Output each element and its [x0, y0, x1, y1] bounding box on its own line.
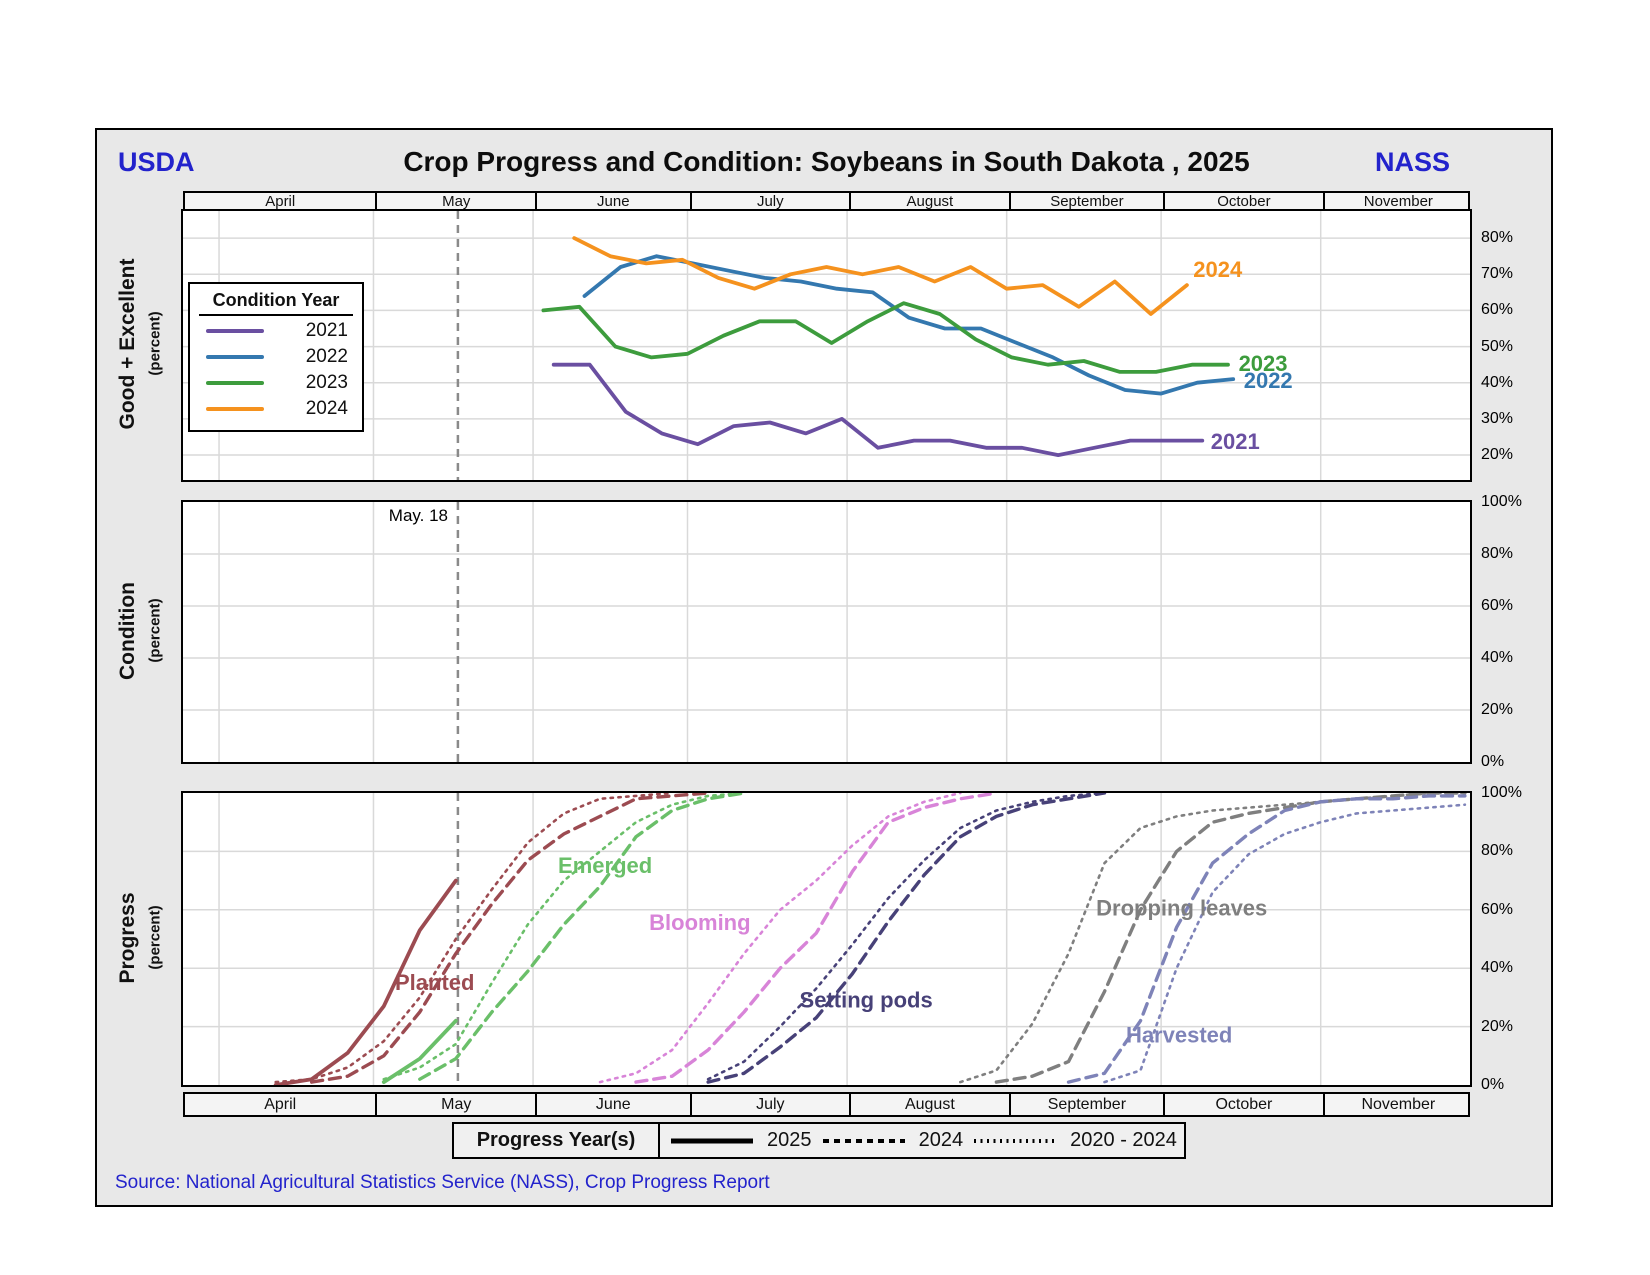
month-label-september: September [1009, 1094, 1163, 1115]
legend-divider [199, 314, 353, 316]
month-label-june: June [535, 193, 689, 210]
progress-legend-year-label: 2025 [767, 1129, 812, 1152]
month-label-may: May [375, 1094, 535, 1115]
stage-label: Harvested [1126, 1022, 1232, 1047]
source-citation: Source: National Agricultural Statistics… [115, 1172, 770, 1194]
y-tick-label: 40% [1481, 374, 1513, 392]
progress-legend-items: 2025 2024 2020 - 2024 [660, 1124, 1184, 1157]
y-tick-label: 0% [1481, 1076, 1504, 1094]
y-tick-label: 40% [1481, 959, 1513, 977]
month-label-july: July [690, 193, 850, 210]
condition-line-label-2023: 2023 [1239, 351, 1288, 376]
legend-year-label: 2023 [264, 372, 348, 394]
bottom-axis-subtitle: (percent) [147, 788, 164, 1088]
y-tick-label: 50% [1481, 338, 1513, 356]
y-tick-label: 80% [1481, 545, 1513, 563]
page-title: Crop Progress and Condition: Soybeans in… [183, 146, 1470, 178]
dashed-line-sample [819, 1135, 909, 1147]
progress-blooming-dotted-line [600, 793, 960, 1082]
y-tick-label: 100% [1481, 784, 1522, 802]
condition-chart [181, 500, 1472, 764]
progress-legend-item: 2025 [667, 1129, 812, 1152]
month-label-october: October [1163, 1094, 1323, 1115]
reference-date-label: May. 18 [330, 506, 448, 526]
condition-line-2021 [554, 365, 1203, 455]
month-label-august: August [849, 193, 1009, 210]
condition-legend-rows: 2021 2022 2023 2024 [190, 318, 362, 422]
y-tick-label: 0% [1481, 753, 1504, 771]
legend-line-sample [206, 355, 264, 359]
progress-legend-item: 2024 [819, 1129, 964, 1152]
y-tick-label: 30% [1481, 410, 1513, 428]
condition-legend-title: Condition Year [190, 284, 362, 311]
progress-blooming-dashed-line [636, 793, 996, 1082]
month-label-september: September [1009, 193, 1163, 210]
condition-legend-item-2021: 2021 [190, 318, 362, 344]
condition-legend-item-2024: 2024 [190, 396, 362, 422]
progress-legend-item: 2020 - 2024 [970, 1129, 1177, 1152]
progress-setting-pods-dotted-line [708, 793, 1104, 1079]
progress-legend-year-label: 2024 [919, 1129, 964, 1152]
stage-label: Setting pods [800, 987, 933, 1012]
y-tick-label: 80% [1481, 229, 1513, 247]
progress-planted-dotted-line [276, 793, 672, 1082]
legend-year-label: 2021 [264, 320, 348, 342]
stage-label: Dropping leaves [1096, 895, 1267, 920]
condition-year-legend: Condition Year 2021 2022 2023 2024 [188, 282, 364, 432]
y-tick-label: 40% [1481, 649, 1513, 667]
stage-label: Blooming [649, 910, 750, 935]
month-label-june: June [535, 1094, 689, 1115]
month-label-april: April [185, 193, 375, 210]
crop-progress-report: USDA Crop Progress and Condition: Soybea… [0, 0, 1650, 1275]
legend-line-sample [206, 381, 264, 385]
bottom-month-axis: AprilMayJuneJulyAugustSeptemberOctoberNo… [183, 1092, 1470, 1117]
y-tick-label: 20% [1481, 446, 1513, 464]
month-label-november: November [1323, 1094, 1472, 1115]
y-tick-label: 70% [1481, 265, 1513, 283]
condition-line-label-2024: 2024 [1193, 257, 1243, 282]
middle-axis-title: Condition [116, 481, 140, 781]
top-axis-title: Good + Excellent [116, 194, 140, 494]
y-tick-label: 20% [1481, 701, 1513, 719]
stage-label: Planted [395, 970, 474, 995]
y-tick-label: 20% [1481, 1018, 1513, 1036]
solid-line-sample [667, 1135, 757, 1147]
progress-planted-dashed-line [312, 793, 708, 1082]
dotted-line-sample [970, 1135, 1060, 1147]
y-tick-label: 100% [1481, 493, 1522, 511]
bottom-axis-title: Progress [116, 788, 140, 1088]
legend-line-sample [206, 407, 264, 411]
y-tick-label: 60% [1481, 901, 1513, 919]
nass-logo-text: NASS [1325, 147, 1450, 178]
legend-line-sample [206, 329, 264, 333]
month-label-november: November [1323, 193, 1472, 210]
y-tick-label: 80% [1481, 842, 1513, 860]
stage-label: Emerged [558, 853, 652, 878]
progress-years-legend: Progress Year(s) 2025 2024 2020 - 2024 [452, 1122, 1186, 1159]
condition-legend-item-2023: 2023 [190, 370, 362, 396]
month-label-october: October [1163, 193, 1323, 210]
legend-year-label: 2024 [264, 398, 348, 420]
progress-chart: Planted Emerged Blooming Setting pods Droppi… [181, 791, 1472, 1087]
month-label-august: August [849, 1094, 1009, 1115]
y-tick-label: 60% [1481, 301, 1513, 319]
top-axis-subtitle: (percent) [147, 194, 164, 494]
month-label-may: May [375, 193, 535, 210]
condition-line-label-2021: 2021 [1211, 429, 1260, 454]
y-tick-label: 60% [1481, 597, 1513, 615]
progress-legend-title: Progress Year(s) [454, 1124, 660, 1157]
month-label-april: April [185, 1094, 375, 1115]
progress-legend-year-label: 2020 - 2024 [1070, 1129, 1177, 1152]
month-label-july: July [690, 1094, 850, 1115]
condition-line-2024 [574, 238, 1187, 314]
condition-good-excellent-chart: 2021 2022 2023 2024 [181, 209, 1472, 482]
condition-line-2023 [543, 303, 1228, 372]
condition-legend-item-2022: 2022 [190, 344, 362, 370]
middle-axis-subtitle: (percent) [147, 481, 164, 781]
legend-year-label: 2022 [264, 346, 348, 368]
